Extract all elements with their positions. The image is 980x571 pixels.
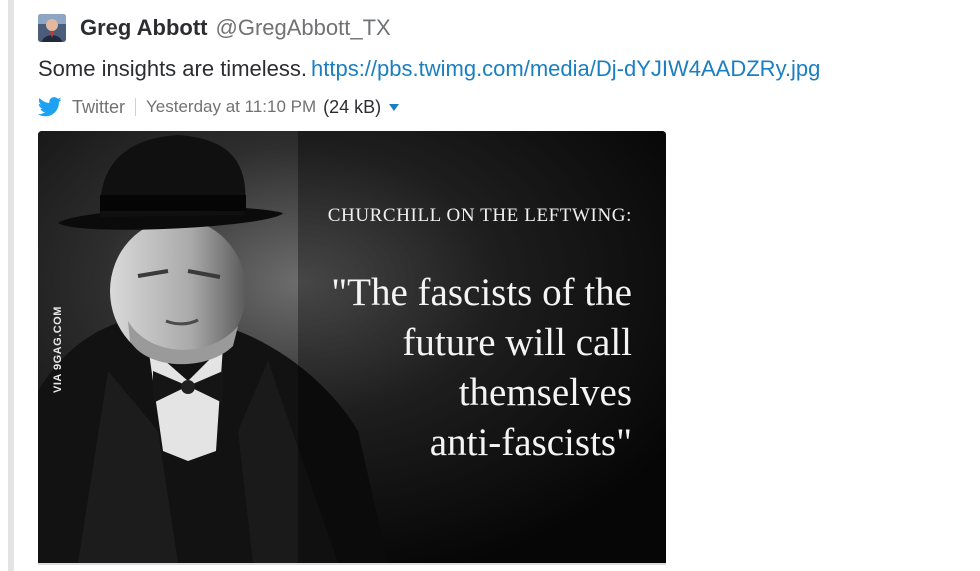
author-handle[interactable]: @GregAbbott_TX — [216, 15, 391, 40]
meta-divider — [135, 98, 137, 116]
message-body: Some insights are timeless. https://pbs.t… — [38, 54, 820, 84]
author-avatar[interactable] — [38, 14, 66, 42]
message-text: Some insights are timeless. — [38, 56, 307, 81]
quote-line: anti-fascists" — [429, 421, 632, 464]
message-header: Greg Abbott @GregAbbott_TX — [80, 12, 391, 44]
image-quote: "The fascists of the future will call th… — [331, 268, 632, 468]
author-name[interactable]: Greg Abbott — [80, 15, 208, 40]
quote-line: future will call — [402, 321, 632, 364]
file-size: (24 kB) — [323, 97, 382, 117]
slack-message: Greg Abbott @GregAbbott_TX Some insights … — [0, 0, 980, 571]
attached-image[interactable]: VIA 9GAG.COM CHURCHILL ON THE LEFTWING: … — [38, 131, 666, 563]
attachment-meta: Twitter Yesterday at 11:10 PM (24 kB) — [37, 94, 400, 120]
image-bottom-border — [38, 563, 666, 565]
message-left-border — [8, 0, 14, 571]
caret-down-icon[interactable] — [389, 103, 400, 111]
image-heading: CHURCHILL ON THE LEFTWING: — [327, 205, 632, 226]
quote-line: "The fascists of the — [331, 271, 632, 314]
image-link[interactable]: https://pbs.twimg.com/media/Dj-dYJIW4AAD… — [311, 56, 820, 81]
avatar-image — [38, 14, 66, 42]
source-label: Twitter — [72, 97, 126, 117]
twitter-bird-icon — [37, 97, 62, 117]
timestamp[interactable]: Yesterday at 11:10 PM — [146, 94, 316, 120]
quote-line: themselves — [458, 371, 632, 414]
watermark: VIA 9GAG.COM — [52, 306, 64, 393]
